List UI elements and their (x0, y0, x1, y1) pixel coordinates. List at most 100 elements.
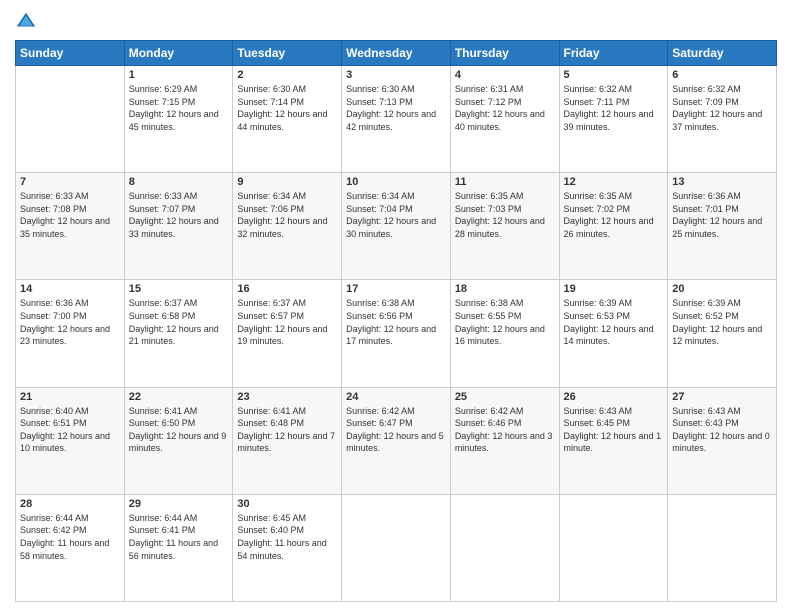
day-info: Sunrise: 6:33 AM Sunset: 7:08 PM Dayligh… (20, 190, 120, 240)
calendar-cell: 12 Sunrise: 6:35 AM Sunset: 7:02 PM Dayli… (559, 173, 668, 280)
day-number: 14 (20, 283, 120, 295)
day-number: 8 (129, 176, 229, 188)
day-number: 29 (129, 498, 229, 510)
day-header: Monday (124, 41, 233, 66)
day-number: 16 (237, 283, 337, 295)
day-info: Sunrise: 6:43 AM Sunset: 6:45 PM Dayligh… (564, 405, 664, 455)
day-info: Sunrise: 6:35 AM Sunset: 7:03 PM Dayligh… (455, 190, 555, 240)
calendar-cell: 2 Sunrise: 6:30 AM Sunset: 7:14 PM Daylig… (233, 66, 342, 173)
calendar-cell: 17 Sunrise: 6:38 AM Sunset: 6:56 PM Dayli… (342, 280, 451, 387)
day-info: Sunrise: 6:30 AM Sunset: 7:14 PM Dayligh… (237, 83, 337, 133)
day-number: 21 (20, 391, 120, 403)
calendar-cell (16, 66, 125, 173)
calendar-body: 1 Sunrise: 6:29 AM Sunset: 7:15 PM Daylig… (16, 66, 777, 602)
day-info: Sunrise: 6:42 AM Sunset: 6:46 PM Dayligh… (455, 405, 555, 455)
day-info: Sunrise: 6:39 AM Sunset: 6:52 PM Dayligh… (672, 297, 772, 347)
calendar-cell: 4 Sunrise: 6:31 AM Sunset: 7:12 PM Daylig… (450, 66, 559, 173)
calendar-cell: 27Sunrise: 6:43 AM Sunset: 6:43 PM Dayli… (668, 387, 777, 494)
day-info: Sunrise: 6:33 AM Sunset: 7:07 PM Dayligh… (129, 190, 229, 240)
day-info: Sunrise: 6:37 AM Sunset: 6:57 PM Dayligh… (237, 297, 337, 347)
logo (15, 10, 41, 32)
day-header: Thursday (450, 41, 559, 66)
calendar-table: SundayMondayTuesdayWednesdayThursdayFrid… (15, 40, 777, 602)
day-number: 26 (564, 391, 664, 403)
day-number: 7 (20, 176, 120, 188)
calendar-cell (450, 494, 559, 601)
day-header: Saturday (668, 41, 777, 66)
day-number: 12 (564, 176, 664, 188)
day-info: Sunrise: 6:29 AM Sunset: 7:15 PM Dayligh… (129, 83, 229, 133)
day-info: Sunrise: 6:31 AM Sunset: 7:12 PM Dayligh… (455, 83, 555, 133)
day-number: 11 (455, 176, 555, 188)
day-number: 2 (237, 69, 337, 81)
calendar-cell: 29 Sunrise: 6:44 AM Sunset: 6:41 PM Dayli… (124, 494, 233, 601)
day-number: 13 (672, 176, 772, 188)
day-header: Friday (559, 41, 668, 66)
day-number: 17 (346, 283, 446, 295)
day-info: Sunrise: 6:36 AM Sunset: 7:00 PM Dayligh… (20, 297, 120, 347)
day-info: Sunrise: 6:36 AM Sunset: 7:01 PM Dayligh… (672, 190, 772, 240)
calendar-cell: 6Sunrise: 6:32 AM Sunset: 7:09 PM Daylig… (668, 66, 777, 173)
day-number: 3 (346, 69, 446, 81)
calendar-cell: 1 Sunrise: 6:29 AM Sunset: 7:15 PM Daylig… (124, 66, 233, 173)
calendar-week-row: 1 Sunrise: 6:29 AM Sunset: 7:15 PM Daylig… (16, 66, 777, 173)
calendar-cell: 9 Sunrise: 6:34 AM Sunset: 7:06 PM Daylig… (233, 173, 342, 280)
day-info: Sunrise: 6:32 AM Sunset: 7:09 PM Dayligh… (672, 83, 772, 133)
calendar-cell: 15Sunrise: 6:37 AM Sunset: 6:58 PM Dayli… (124, 280, 233, 387)
day-info: Sunrise: 6:38 AM Sunset: 6:55 PM Dayligh… (455, 297, 555, 347)
day-number: 19 (564, 283, 664, 295)
calendar-cell: 23 Sunrise: 6:41 AM Sunset: 6:48 PM Dayli… (233, 387, 342, 494)
calendar-cell: 13 Sunrise: 6:36 AM Sunset: 7:01 PM Dayli… (668, 173, 777, 280)
day-number: 20 (672, 283, 772, 295)
calendar-cell: 20 Sunrise: 6:39 AM Sunset: 6:52 PM Dayli… (668, 280, 777, 387)
calendar-cell: 3Sunrise: 6:30 AM Sunset: 7:13 PM Daylig… (342, 66, 451, 173)
calendar-cell: 8 Sunrise: 6:33 AM Sunset: 7:07 PM Daylig… (124, 173, 233, 280)
day-info: Sunrise: 6:35 AM Sunset: 7:02 PM Dayligh… (564, 190, 664, 240)
calendar-cell: 24Sunrise: 6:42 AM Sunset: 6:47 PM Dayli… (342, 387, 451, 494)
day-info: Sunrise: 6:38 AM Sunset: 6:56 PM Dayligh… (346, 297, 446, 347)
day-info: Sunrise: 6:43 AM Sunset: 6:43 PM Dayligh… (672, 405, 772, 455)
calendar-cell: 11 Sunrise: 6:35 AM Sunset: 7:03 PM Dayli… (450, 173, 559, 280)
day-info: Sunrise: 6:34 AM Sunset: 7:04 PM Dayligh… (346, 190, 446, 240)
calendar-cell (559, 494, 668, 601)
day-number: 4 (455, 69, 555, 81)
calendar-cell: 28Sunrise: 6:44 AM Sunset: 6:42 PM Dayli… (16, 494, 125, 601)
logo-icon (15, 10, 37, 32)
calendar-week-row: 14 Sunrise: 6:36 AM Sunset: 7:00 PM Dayli… (16, 280, 777, 387)
page: SundayMondayTuesdayWednesdayThursdayFrid… (0, 0, 792, 612)
day-info: Sunrise: 6:34 AM Sunset: 7:06 PM Dayligh… (237, 190, 337, 240)
day-info: Sunrise: 6:32 AM Sunset: 7:11 PM Dayligh… (564, 83, 664, 133)
day-info: Sunrise: 6:41 AM Sunset: 6:50 PM Dayligh… (129, 405, 229, 455)
day-info: Sunrise: 6:44 AM Sunset: 6:41 PM Dayligh… (129, 512, 229, 562)
calendar-cell: 18Sunrise: 6:38 AM Sunset: 6:55 PM Dayli… (450, 280, 559, 387)
day-info: Sunrise: 6:40 AM Sunset: 6:51 PM Dayligh… (20, 405, 120, 455)
calendar-cell: 10 Sunrise: 6:34 AM Sunset: 7:04 PM Dayli… (342, 173, 451, 280)
calendar-cell: 26 Sunrise: 6:43 AM Sunset: 6:45 PM Dayli… (559, 387, 668, 494)
calendar-cell: 5Sunrise: 6:32 AM Sunset: 7:11 PM Daylig… (559, 66, 668, 173)
calendar-cell: 22 Sunrise: 6:41 AM Sunset: 6:50 PM Dayli… (124, 387, 233, 494)
day-info: Sunrise: 6:39 AM Sunset: 6:53 PM Dayligh… (564, 297, 664, 347)
day-number: 30 (237, 498, 337, 510)
day-header: Wednesday (342, 41, 451, 66)
calendar-cell: 30 Sunrise: 6:45 AM Sunset: 6:40 PM Dayli… (233, 494, 342, 601)
calendar-cell: 21 Sunrise: 6:40 AM Sunset: 6:51 PM Dayli… (16, 387, 125, 494)
day-number: 23 (237, 391, 337, 403)
day-info: Sunrise: 6:45 AM Sunset: 6:40 PM Dayligh… (237, 512, 337, 562)
calendar-cell: 7 Sunrise: 6:33 AM Sunset: 7:08 PM Daylig… (16, 173, 125, 280)
day-number: 10 (346, 176, 446, 188)
header-row: SundayMondayTuesdayWednesdayThursdayFrid… (16, 41, 777, 66)
day-number: 22 (129, 391, 229, 403)
day-header: Tuesday (233, 41, 342, 66)
calendar-cell: 25 Sunrise: 6:42 AM Sunset: 6:46 PM Dayli… (450, 387, 559, 494)
day-number: 25 (455, 391, 555, 403)
day-number: 9 (237, 176, 337, 188)
day-number: 28 (20, 498, 120, 510)
calendar-cell: 16 Sunrise: 6:37 AM Sunset: 6:57 PM Dayli… (233, 280, 342, 387)
day-number: 1 (129, 69, 229, 81)
day-number: 24 (346, 391, 446, 403)
calendar-cell: 14 Sunrise: 6:36 AM Sunset: 7:00 PM Dayli… (16, 280, 125, 387)
day-header: Sunday (16, 41, 125, 66)
day-info: Sunrise: 6:37 AM Sunset: 6:58 PM Dayligh… (129, 297, 229, 347)
day-info: Sunrise: 6:41 AM Sunset: 6:48 PM Dayligh… (237, 405, 337, 455)
calendar-week-row: 7 Sunrise: 6:33 AM Sunset: 7:08 PM Daylig… (16, 173, 777, 280)
